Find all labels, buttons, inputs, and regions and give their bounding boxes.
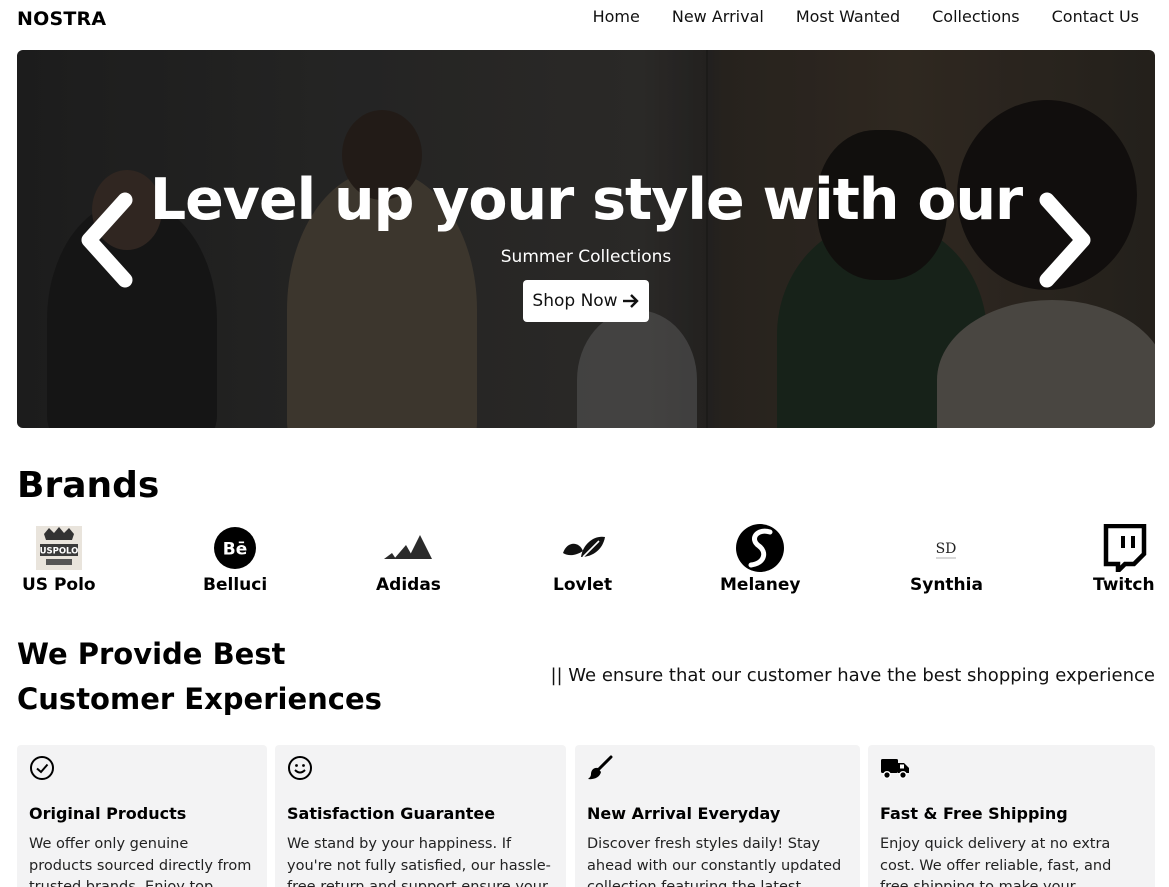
- hero-carousel: Level up your style with our Summer Coll…: [17, 50, 1155, 428]
- brand-name: Synthia: [910, 575, 983, 595]
- feature-card-title: New Arrival Everyday: [587, 804, 781, 823]
- brush-icon: [588, 755, 613, 780]
- nav-link-collections[interactable]: Collections: [916, 7, 1035, 27]
- svg-text:Bē: Bē: [223, 540, 248, 560]
- brands-heading: Brands: [17, 465, 160, 506]
- brand-us-polo[interactable]: USPOLO US Polo: [22, 522, 96, 596]
- site-logo[interactable]: NOSTRA: [17, 8, 106, 30]
- brand-adidas[interactable]: Adidas: [376, 522, 441, 596]
- arrow-right-icon: [622, 294, 639, 308]
- feature-card-description: We offer only genuine products sourced d…: [29, 836, 252, 887]
- smile-icon: [288, 756, 312, 780]
- brand-lovlet[interactable]: Lovlet: [553, 522, 612, 596]
- adidas-icon: [382, 522, 434, 574]
- svg-text:USPOLO: USPOLO: [39, 547, 78, 557]
- hero-subtitle: Summer Collections: [500, 247, 672, 267]
- experience-heading-line2: Customer Experiences: [17, 682, 382, 716]
- shop-now-button[interactable]: Shop Now: [523, 280, 649, 322]
- site-header: NOSTRA Home New Arrival Most Wanted Coll…: [0, 0, 1169, 40]
- shop-now-label: Shop Now: [532, 291, 618, 311]
- feature-card-description: Enjoy quick delivery at no extra cost. W…: [880, 836, 1112, 887]
- feature-card-title: Fast & Free Shipping: [880, 804, 1068, 823]
- leaf-icon: [559, 522, 607, 574]
- behance-icon: Bē: [213, 522, 257, 574]
- main-nav: Home New Arrival Most Wanted Collections…: [577, 7, 1155, 27]
- nav-link-most-wanted[interactable]: Most Wanted: [780, 7, 916, 27]
- brand-name: Belluci: [203, 575, 268, 595]
- svg-text:SD: SD: [936, 541, 957, 557]
- us-polo-logo: USPOLO: [34, 522, 84, 574]
- check-circle-icon: [30, 756, 54, 780]
- feature-card-fast-free-shipping: Fast & Free Shipping Enjoy quick deliver…: [868, 745, 1155, 887]
- hero-title: Level up your style with our: [149, 167, 1023, 233]
- nav-link-new-arrival[interactable]: New Arrival: [656, 7, 780, 27]
- experience-tagline: || We ensure that our customer have the …: [550, 665, 1155, 686]
- feature-card-title: Satisfaction Guarantee: [287, 804, 496, 823]
- feature-card-original-products: Original Products We offer only genuine …: [17, 745, 267, 887]
- feature-card-description: We stand by your happiness. If you're no…: [287, 836, 551, 887]
- brand-belluci[interactable]: Bē Belluci: [203, 522, 267, 596]
- truck-icon: [881, 759, 909, 780]
- feature-card-description: Discover fresh styles daily! Stay ahead …: [587, 836, 842, 887]
- s-circle-icon: [735, 522, 785, 574]
- brand-name: US Polo: [22, 575, 96, 595]
- brand-name: Lovlet: [553, 575, 613, 595]
- brand-twitch[interactable]: Twitch: [1093, 522, 1155, 596]
- brand-name: Melaney: [720, 575, 801, 595]
- experience-heading-line1: We Provide Best: [17, 637, 286, 671]
- sd-monogram-logo: SD: [931, 522, 961, 574]
- experience-heading: We Provide Best Customer Experiences: [17, 632, 382, 722]
- brand-synthia[interactable]: SD Synthia: [910, 522, 983, 596]
- brand-melaney[interactable]: Melaney: [720, 522, 800, 596]
- feature-card-new-arrival: New Arrival Everyday Discover fresh styl…: [575, 745, 860, 887]
- twitch-icon: [1101, 522, 1147, 574]
- brand-name: Twitch: [1093, 575, 1155, 595]
- nav-link-home[interactable]: Home: [577, 7, 656, 27]
- feature-card-title: Original Products: [29, 804, 187, 823]
- nav-link-contact-us[interactable]: Contact Us: [1036, 7, 1155, 27]
- brand-name: Adidas: [376, 575, 441, 595]
- feature-card-satisfaction-guarantee: Satisfaction Guarantee We stand by your …: [275, 745, 566, 887]
- hero-overlay: [17, 50, 1155, 428]
